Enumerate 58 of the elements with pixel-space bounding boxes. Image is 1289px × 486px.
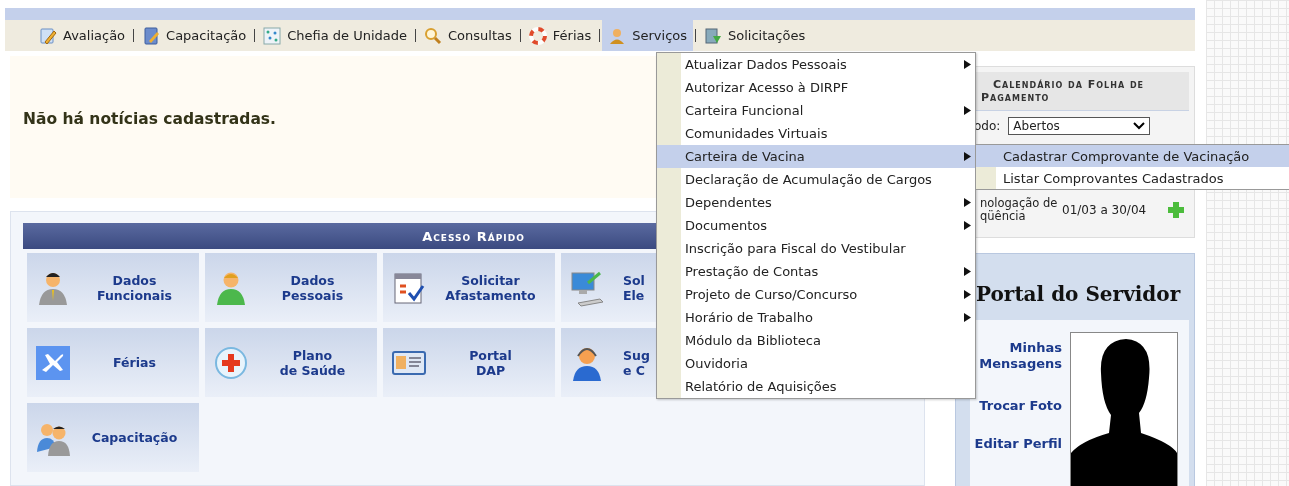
calendar-event: nologação de qüência: [980, 197, 1059, 223]
caret-icon: [964, 313, 971, 322]
menu-item[interactable]: Consultas: [418, 20, 518, 51]
search-icon: [424, 26, 443, 45]
caret-icon: [964, 267, 971, 276]
profile-link[interactable]: Editar Perfil: [974, 436, 1062, 452]
tile-label: Sol Ele: [622, 272, 645, 303]
dropdown-menu-item[interactable]: Declaração de Acumulação de Cargos: [657, 168, 975, 191]
caret-icon: [964, 290, 971, 299]
quick-access-tile[interactable]: Dados Pessoais: [205, 253, 377, 322]
dropdown-menu-item[interactable]: Carteira Funcional: [657, 99, 975, 122]
quick-access-tile[interactable]: Dados Funcionais: [27, 253, 199, 322]
caret-icon: [964, 106, 971, 115]
lifebuoy-icon: [528, 26, 547, 45]
news-message: Não há notícias cadastradas.: [23, 110, 276, 128]
quick-access-tile[interactable]: Portal DAP: [383, 328, 555, 397]
grid-icon: [263, 26, 282, 45]
tile-label: Portal DAP: [468, 347, 513, 378]
calendar-dates: 01/03 a 30/04: [1062, 203, 1147, 217]
dropdown-menu-item[interactable]: Autorizar Acesso à DIRPF: [657, 76, 975, 99]
caret-icon: [964, 60, 971, 69]
calendar-title: Pagamento: [981, 91, 1051, 104]
notebook-icon: [142, 26, 161, 45]
quick-access-tile[interactable]: Solicitar Afastamento: [383, 253, 555, 322]
plus-icon[interactable]: [1168, 202, 1185, 218]
tile-label: Capacitação: [90, 430, 179, 445]
tile-label: Férias: [112, 355, 157, 370]
menu-item[interactable]: Solicitações: [698, 20, 812, 51]
pencil-note-icon: [39, 26, 57, 45]
caret-icon: [964, 152, 971, 161]
period-select[interactable]: Abertos: [1008, 117, 1151, 135]
portal-title: Portal do Servidor: [976, 282, 1182, 306]
dropdown-menu-item[interactable]: Comunidades Virtuais: [657, 122, 975, 145]
quick-access-tile[interactable]: Férias: [27, 328, 199, 397]
dropdown-menu-item[interactable]: Atualizar Dados Pessoais: [657, 53, 975, 76]
menu-item[interactable]: Capacitação: [136, 20, 253, 51]
document-icon: [704, 26, 723, 45]
dropdown-menu-item[interactable]: Dependentes: [657, 191, 975, 214]
caret-icon: [964, 198, 971, 207]
menu-item[interactable]: Serviços: [602, 20, 694, 51]
tile-label: Solicitar Afastamento: [444, 272, 537, 303]
tile-label: Sug e C: [622, 347, 650, 378]
calendar-title: Calendário da Folha de: [992, 78, 1146, 91]
submenu-item[interactable]: Listar Comprovantes Cadastrados: [976, 167, 1289, 189]
profile-link[interactable]: Trocar Foto: [979, 398, 1062, 414]
chevron-down-icon: [1133, 122, 1146, 130]
menu-item[interactable]: Chefia de Unidade: [257, 20, 414, 51]
person-icon: [608, 26, 627, 45]
tile-label: Dados Pessoais: [280, 272, 345, 303]
menu-item[interactable]: Férias: [522, 20, 598, 51]
tile-label: Dados Funcionais: [95, 272, 174, 303]
menu-item[interactable]: Avaliação: [33, 20, 132, 51]
quick-access-tile[interactable]: Capacitação: [27, 403, 199, 472]
caret-icon: [964, 221, 971, 230]
dropdown-menu-item[interactable]: Carteira de Vacina: [657, 145, 975, 168]
quick-access-tile[interactable]: Plano de Saúde: [205, 328, 377, 397]
tile-label: Plano de Saúde: [278, 347, 347, 378]
submenu-item[interactable]: Cadastrar Comprovante de Vacinação: [976, 145, 1289, 167]
